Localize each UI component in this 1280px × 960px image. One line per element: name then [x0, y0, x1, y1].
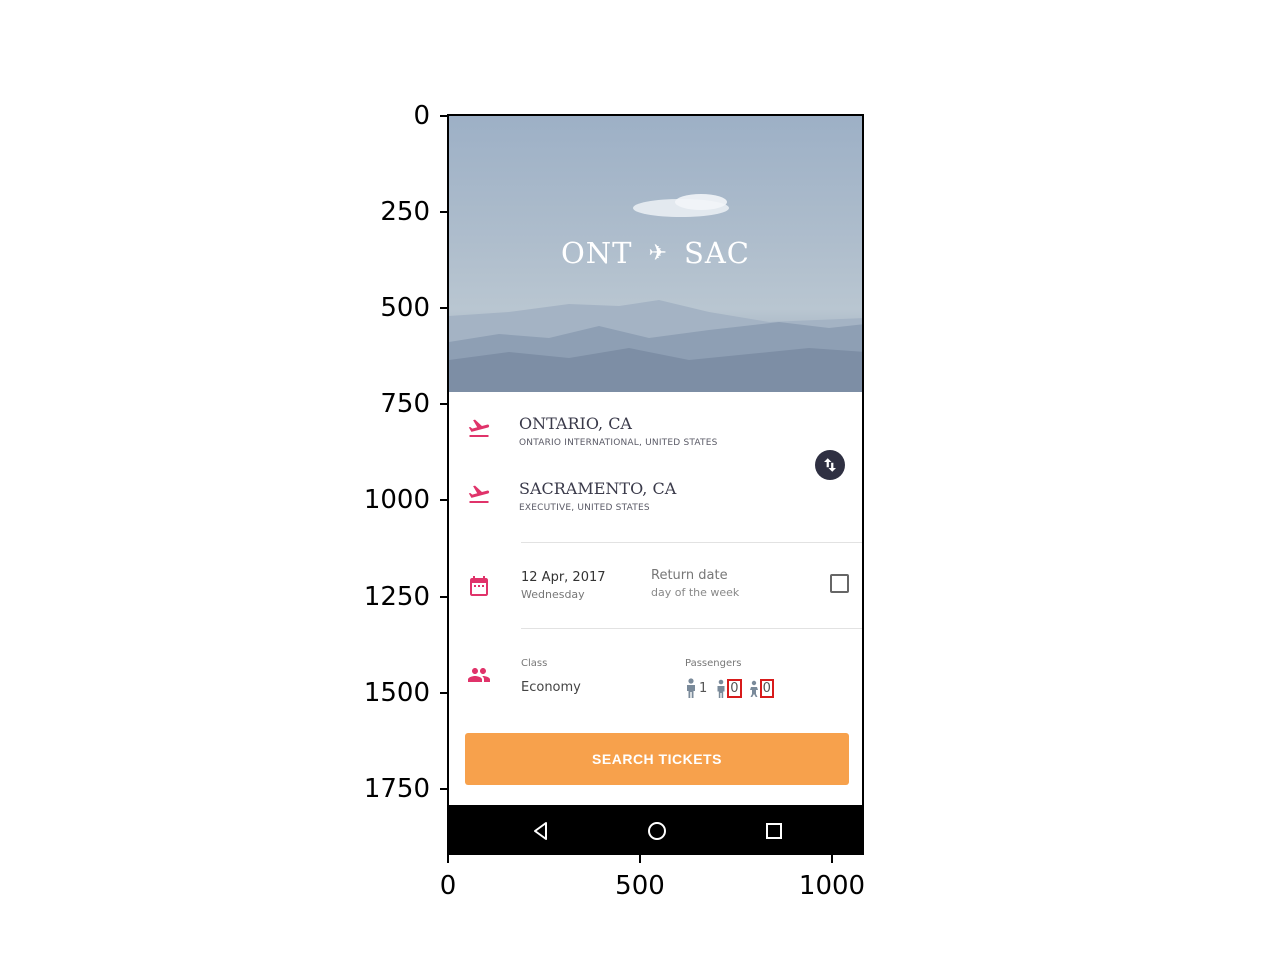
airplane-icon: ✈	[648, 241, 668, 266]
x-tick-label: 1000	[798, 871, 866, 901]
swap-vertical-icon	[824, 458, 836, 472]
y-tick-label: 1000	[363, 485, 430, 515]
child-count: 0	[727, 678, 742, 698]
y-tick-label: 0	[413, 101, 430, 131]
y-tick-label: 1250	[363, 582, 430, 612]
passengers-label: Passengers	[685, 658, 742, 669]
landing-icon	[468, 485, 490, 503]
x-tick	[447, 855, 449, 863]
calendar-icon	[470, 576, 488, 596]
back-icon[interactable]	[529, 819, 553, 843]
destination-airport: EXECUTIVE, UNITED STATES	[519, 503, 650, 513]
takeoff-icon	[468, 419, 490, 437]
infant-icon	[749, 680, 758, 697]
class-value: Economy	[521, 680, 581, 695]
departure-weekday: Wednesday	[521, 588, 585, 601]
divider	[521, 628, 862, 629]
adult-icon	[687, 678, 695, 698]
people-icon	[468, 668, 490, 682]
hero-banner: ONT ✈ SAC	[449, 116, 862, 392]
swap-button[interactable]	[815, 450, 845, 480]
origin-code: ONT	[561, 236, 633, 270]
phone-screen: ONT ✈ SAC ONTARIO, CA ONTARIO INTERNATIONA…	[447, 114, 864, 855]
x-tick-label: 0	[439, 871, 457, 901]
search-tickets-button[interactable]: SEARCH TICKETS	[465, 733, 849, 785]
class-label: Class	[521, 658, 548, 669]
return-date-label: Return date	[651, 568, 728, 583]
origin-airport: ONTARIO INTERNATIONAL, UNITED STATES	[519, 438, 718, 448]
y-tick-label: 1750	[363, 774, 430, 804]
return-date-checkbox[interactable]	[830, 574, 849, 593]
adult-count: 1	[699, 680, 708, 696]
route-heading: ONT ✈ SAC	[449, 236, 862, 270]
recents-icon[interactable]	[762, 819, 786, 843]
departure-date: 12 Apr, 2017	[521, 570, 606, 585]
home-icon[interactable]	[645, 819, 669, 843]
destination-city: SACRAMENTO, CA	[519, 479, 677, 498]
navigation-bar	[449, 805, 862, 853]
passenger-counts: 1 0 0	[685, 676, 778, 700]
infant-count: 0	[759, 678, 774, 698]
destination-code: SAC	[683, 236, 750, 270]
return-date-sub: day of the week	[651, 586, 740, 599]
y-tick-label: 500	[380, 293, 430, 323]
y-tick-label: 1500	[363, 678, 430, 708]
divider	[521, 542, 862, 543]
x-tick-label: 500	[615, 871, 665, 901]
origin-city: ONTARIO, CA	[519, 414, 632, 433]
child-icon	[717, 679, 725, 698]
y-tick-label: 250	[380, 197, 430, 227]
y-tick-label: 750	[380, 389, 430, 419]
x-tick	[639, 855, 641, 863]
x-tick	[831, 855, 833, 863]
